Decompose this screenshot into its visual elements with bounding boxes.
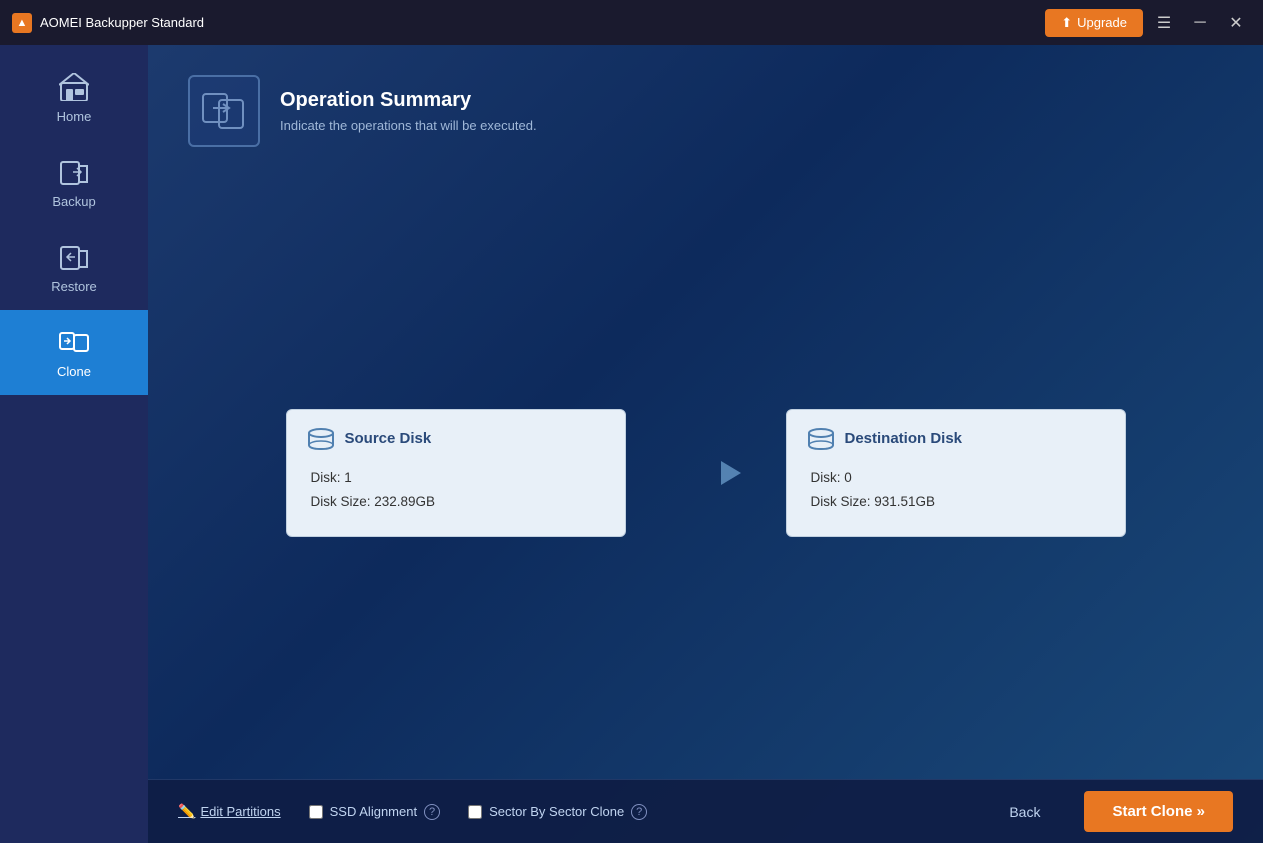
sidebar-item-restore[interactable]: Restore: [0, 225, 148, 310]
titlebar: ▲ AOMEI Backupper Standard ⬆ Upgrade ☰ ─…: [0, 0, 1263, 45]
sector-by-sector-help-icon[interactable]: ?: [631, 804, 647, 820]
source-disk-header: Source Disk: [307, 428, 605, 450]
close-button[interactable]: ✕: [1221, 9, 1251, 37]
upgrade-label: Upgrade: [1077, 15, 1127, 30]
sidebar-item-clone[interactable]: Clone: [0, 310, 148, 395]
sector-by-sector-checkbox[interactable]: [468, 805, 482, 819]
source-disk-label: Source Disk: [345, 430, 432, 447]
sidebar-item-backup[interactable]: Backup: [0, 140, 148, 225]
header-title: Operation Summary: [280, 89, 537, 112]
clone-icon: [58, 326, 90, 358]
upgrade-arrow-icon: ⬆: [1061, 15, 1072, 31]
app-title: AOMEI Backupper Standard: [40, 15, 204, 30]
ssd-alignment-option[interactable]: SSD Alignment ?: [309, 804, 440, 820]
menu-button[interactable]: ☰: [1149, 9, 1179, 37]
footer-bar: ✏️ Edit Partitions SSD Alignment ? Secto…: [148, 779, 1263, 843]
ssd-alignment-checkbox[interactable]: [309, 805, 323, 819]
source-disk-body: Disk: 1 Disk Size: 232.89GB: [307, 466, 605, 515]
start-clone-button[interactable]: Start Clone »: [1084, 791, 1233, 832]
destination-disk-body: Disk: 0 Disk Size: 931.51GB: [807, 466, 1105, 515]
titlebar-controls: ⬆ Upgrade ☰ ─ ✕: [1045, 9, 1251, 37]
sidebar: Home Backup Restore: [0, 45, 148, 843]
home-icon: [58, 71, 90, 103]
app-icon: ▲: [12, 13, 32, 33]
sector-by-sector-label: Sector By Sector Clone: [489, 804, 624, 819]
sidebar-item-home[interactable]: Home: [0, 55, 148, 140]
restore-icon: [58, 241, 90, 273]
destination-disk-icon: [807, 428, 835, 450]
titlebar-left: ▲ AOMEI Backupper Standard: [12, 13, 204, 33]
clone-label: Clone: [57, 364, 91, 379]
start-clone-label: Start Clone »: [1112, 803, 1205, 820]
edit-partitions-icon: ✏️: [178, 803, 195, 820]
backup-label: Backup: [52, 194, 95, 209]
source-disk-card: Source Disk Disk: 1 Disk Size: 232.89GB: [286, 409, 626, 538]
destination-disk-label: Destination Disk: [845, 430, 963, 447]
back-button[interactable]: Back: [993, 796, 1056, 828]
content-area: Operation Summary Indicate the operation…: [148, 45, 1263, 843]
content-header: Operation Summary Indicate the operation…: [148, 45, 1263, 167]
destination-disk-size: Disk Size: 931.51GB: [811, 490, 1105, 514]
ssd-alignment-label: SSD Alignment: [330, 804, 417, 819]
clone-arrow: [666, 443, 746, 503]
upgrade-button[interactable]: ⬆ Upgrade: [1045, 9, 1143, 37]
source-disk-icon: [307, 428, 335, 450]
header-subtitle: Indicate the operations that will be exe…: [280, 118, 537, 133]
source-disk-size: Disk Size: 232.89GB: [311, 490, 605, 514]
backup-icon: [58, 156, 90, 188]
destination-disk-card: Destination Disk Disk: 0 Disk Size: 931.…: [786, 409, 1126, 538]
source-disk-number: Disk: 1: [311, 466, 605, 490]
minimize-button[interactable]: ─: [1185, 9, 1215, 37]
destination-disk-header: Destination Disk: [807, 428, 1105, 450]
sector-by-sector-option[interactable]: Sector By Sector Clone ?: [468, 804, 647, 820]
header-icon-wrap: [188, 75, 260, 147]
home-label: Home: [57, 109, 92, 124]
edit-partitions-option[interactable]: ✏️ Edit Partitions: [178, 803, 281, 820]
main-layout: Home Backup Restore: [0, 45, 1263, 843]
header-text: Operation Summary Indicate the operation…: [280, 89, 537, 133]
restore-label: Restore: [51, 279, 97, 294]
ssd-alignment-help-icon[interactable]: ?: [424, 804, 440, 820]
edit-partitions-label: Edit Partitions: [200, 804, 280, 819]
clone-diagram: Source Disk Disk: 1 Disk Size: 232.89GB: [148, 167, 1263, 779]
back-label: Back: [1009, 804, 1040, 820]
destination-disk-number: Disk: 0: [811, 466, 1105, 490]
